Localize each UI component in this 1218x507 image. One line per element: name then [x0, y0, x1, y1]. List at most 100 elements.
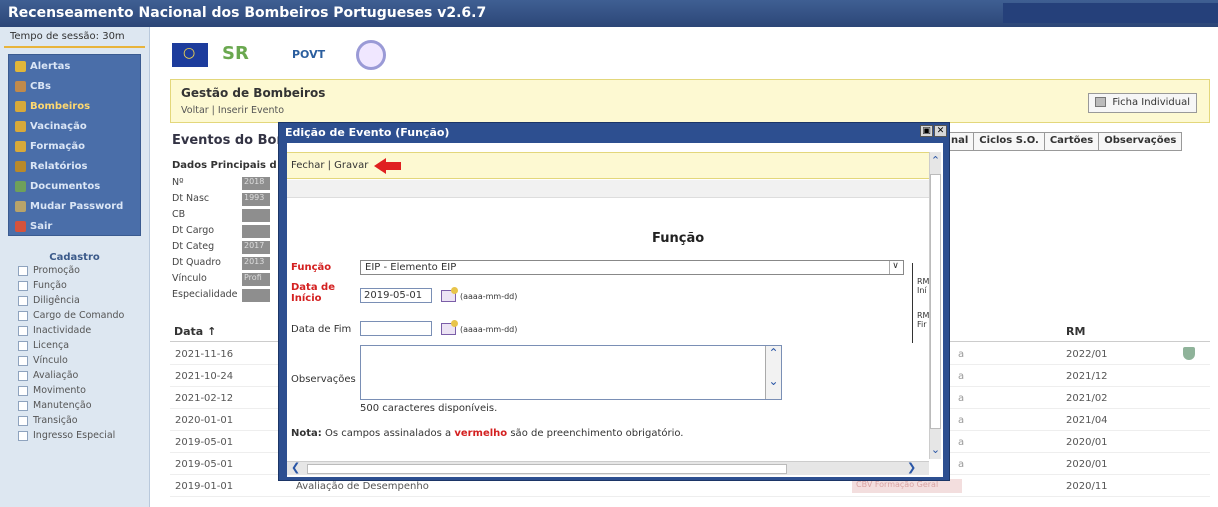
civil-protection-logo [356, 40, 386, 70]
data-fim-input[interactable] [360, 321, 432, 336]
checkbox[interactable] [18, 370, 28, 381]
cadastro-label: Vínculo [33, 355, 68, 366]
checkbox[interactable] [18, 385, 28, 396]
cadastro-label: Movimento [33, 385, 86, 396]
sidebar-item-7[interactable]: Mudar Password [9, 195, 140, 215]
funcao-select-value: EIP - Elemento EIP [365, 262, 457, 273]
observacoes-textarea[interactable]: ⌃ ⌄ [360, 345, 782, 400]
scroll-thumb[interactable] [930, 174, 941, 429]
ficha-individual-button[interactable]: Ficha Individual [1088, 93, 1197, 113]
checkbox[interactable] [18, 340, 28, 351]
checkbox[interactable] [18, 415, 28, 426]
eventos-title: Eventos do Bom [172, 133, 290, 148]
col-data-header[interactable]: Data ↑ [174, 325, 216, 338]
tab[interactable]: Ciclos S.O. [973, 132, 1044, 151]
document-icon [15, 181, 26, 192]
field-row: CB [172, 209, 270, 224]
row-date: 2021-11-16 [175, 349, 234, 360]
cadastro-item[interactable]: Ingresso Especial [18, 428, 149, 443]
cadastro-item[interactable]: Transição [18, 413, 149, 428]
cadastro-label: Ingresso Especial [33, 430, 116, 441]
sidebar-item-label: Mudar Password [30, 201, 124, 212]
cadastro-item[interactable]: Diligência [18, 293, 149, 308]
checkbox[interactable] [18, 310, 28, 321]
calendar-icon[interactable] [441, 287, 458, 302]
data-inicio-input[interactable]: 2019-05-01 [360, 288, 432, 303]
cadastro-item[interactable]: Movimento [18, 383, 149, 398]
cadastro-item[interactable]: Manutenção [18, 398, 149, 413]
sidebar-item-5[interactable]: Relatórios [9, 155, 140, 175]
field-row: Dt Cargo [172, 225, 270, 240]
sidebar-item-8[interactable]: Sair [9, 215, 140, 235]
row-rm: 2020/01 [1066, 437, 1108, 448]
checkbox[interactable] [18, 430, 28, 441]
row-date: 2021-10-24 [175, 371, 234, 382]
dialog-horizontal-scrollbar[interactable]: ❮ ❯ [287, 461, 929, 475]
row-date: 2021-02-12 [175, 393, 234, 404]
sidebar-item-4[interactable]: Formação [9, 135, 140, 155]
cadastro-item[interactable]: Licença [18, 338, 149, 353]
checkbox[interactable] [18, 295, 28, 306]
field-row: Dt Nasc 1993 [172, 193, 270, 208]
dialog-vertical-scrollbar[interactable]: ⌃ ⌄ [929, 152, 941, 459]
field-label: Especialidade [172, 289, 238, 300]
sidebar-item-label: CBs [30, 81, 51, 92]
scroll-down-icon[interactable]: ⌄ [930, 443, 941, 457]
sidebar-item-3[interactable]: Vacinação [9, 115, 140, 135]
scroll-left-icon[interactable]: ❮ [291, 461, 300, 474]
sidebar-item-6[interactable]: Documentos [9, 175, 140, 195]
nota-text-1: Os campos assinalados a [321, 428, 455, 439]
row-partial-text: a [958, 349, 965, 360]
data-fim-label: Data de Fim [291, 324, 352, 335]
fechar-gravar-links[interactable]: Fechar | Gravar [291, 160, 368, 171]
cadastro-item[interactable]: Avaliação [18, 368, 149, 383]
close-icon[interactable]: ✕ [934, 125, 947, 137]
dialog-toolbar: Fechar | Gravar [287, 152, 929, 179]
h-scroll-thumb[interactable] [307, 464, 787, 474]
field-value [242, 289, 270, 302]
tab[interactable]: Observações [1098, 132, 1183, 151]
nota-text: Nota: Os campos assinalados a vermelho s… [291, 428, 684, 439]
cadastro-item[interactable]: Promoção [18, 263, 149, 278]
sidebar-item-label: Alertas [30, 61, 71, 72]
checkbox[interactable] [18, 280, 28, 291]
cadastro-item[interactable]: Cargo de Comando [18, 308, 149, 323]
dados-principais-title: Dados Principais d [172, 160, 277, 171]
chevron-down-icon[interactable]: ∨ [889, 261, 901, 274]
sidebar-item-label: Vacinação [30, 121, 87, 132]
row-description: Avaliação de Desempenho [296, 481, 429, 492]
edit-event-dialog: Edição de Evento (Função) ▣ ✕ Fechar | G… [278, 122, 950, 481]
maximize-icon[interactable]: ▣ [920, 125, 933, 137]
main-menu: Alertas CBs Bombeiros Vacinação Formação Rela… [8, 54, 141, 236]
checkbox[interactable] [18, 325, 28, 336]
cadastro-item[interactable]: Vínculo [18, 353, 149, 368]
calendar-icon[interactable] [441, 320, 458, 335]
exit-icon [15, 221, 26, 232]
sidebar-item-1[interactable]: CBs [9, 75, 140, 95]
sidebar-item-2[interactable]: Bombeiros [9, 95, 140, 115]
funcao-select[interactable]: EIP - Elemento EIP ∨ [360, 260, 904, 275]
row-rm: 2020/01 [1066, 459, 1108, 470]
sidebar: Tempo de sessão: 30m Alertas CBs Bombeiros… [0, 27, 150, 507]
checkbox[interactable] [18, 400, 28, 411]
checkbox[interactable] [18, 355, 28, 366]
textarea-scrollbar[interactable]: ⌃ ⌄ [765, 346, 781, 399]
row-partial-text: a [958, 393, 965, 404]
row-date: 2019-01-01 [175, 481, 234, 492]
sidebar-item-label: Formação [30, 141, 85, 152]
date-format-hint: (aaaa-mm-dd) [460, 325, 518, 334]
dialog-subheader [287, 180, 929, 198]
page-title: Gestão de Bombeiros [181, 86, 326, 100]
cadastro-label: Inactividade [33, 325, 92, 336]
breadcrumb-links[interactable]: Voltar | Inserir Evento [181, 105, 284, 116]
checkbox[interactable] [18, 265, 28, 276]
form-title: Função [652, 231, 705, 246]
tab[interactable]: Cartões [1043, 132, 1099, 151]
scroll-up-icon[interactable]: ⌃ [930, 154, 941, 168]
cadastro-item[interactable]: Função [18, 278, 149, 293]
shield-icon[interactable] [1183, 347, 1195, 360]
scroll-right-icon[interactable]: ❯ [907, 461, 916, 474]
cadastro-item[interactable]: Inactividade [18, 323, 149, 338]
session-timer: Tempo de sessão: 30m [4, 27, 145, 48]
sidebar-item-0[interactable]: Alertas [9, 55, 140, 75]
